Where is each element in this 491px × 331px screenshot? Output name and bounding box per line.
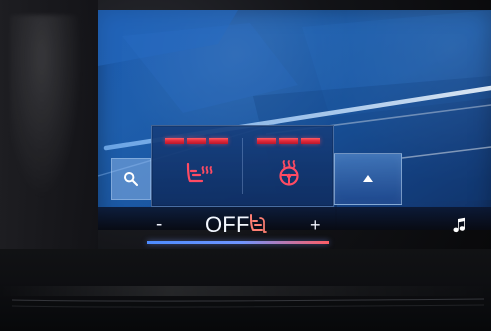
expand-button[interactable] <box>334 153 402 205</box>
music-note-icon[interactable] <box>453 216 467 234</box>
seat-heat-level-segment <box>209 138 228 144</box>
chevron-up-icon <box>363 175 373 182</box>
heat-controls-popup <box>151 125 334 207</box>
climate-status-label[interactable]: OFF <box>205 214 250 236</box>
left-reflection <box>10 15 90 225</box>
steering-wheel-heat-level-segment <box>301 138 320 144</box>
seat-heat-icon <box>186 162 213 183</box>
infotainment-screen <box>98 10 491 230</box>
seat-heat-level-segment <box>165 138 184 144</box>
steering-wheel-heat-level <box>257 138 321 144</box>
steering-wheel-heat-level-segment <box>279 138 298 144</box>
seat-heat-icon <box>250 214 267 233</box>
display-frame: - OFF + <box>0 0 491 331</box>
temperature-increase-button[interactable]: + <box>310 216 321 234</box>
housing-lines <box>11 298 485 308</box>
seat-heat-level-segment <box>187 138 206 144</box>
search-icon <box>124 172 139 187</box>
climate-bottom-bar: - OFF + <box>98 205 491 249</box>
seat-heat-control[interactable] <box>152 126 242 206</box>
steering-wheel-heat-control[interactable] <box>243 126 333 206</box>
search-button[interactable] <box>111 158 151 200</box>
steering-wheel-heat-level-segment <box>257 138 276 144</box>
climate-status-line <box>147 241 329 244</box>
steering-wheel-heat-icon <box>279 160 299 186</box>
temperature-decrease-button[interactable]: - <box>156 215 162 234</box>
seat-heat-level <box>165 138 229 144</box>
